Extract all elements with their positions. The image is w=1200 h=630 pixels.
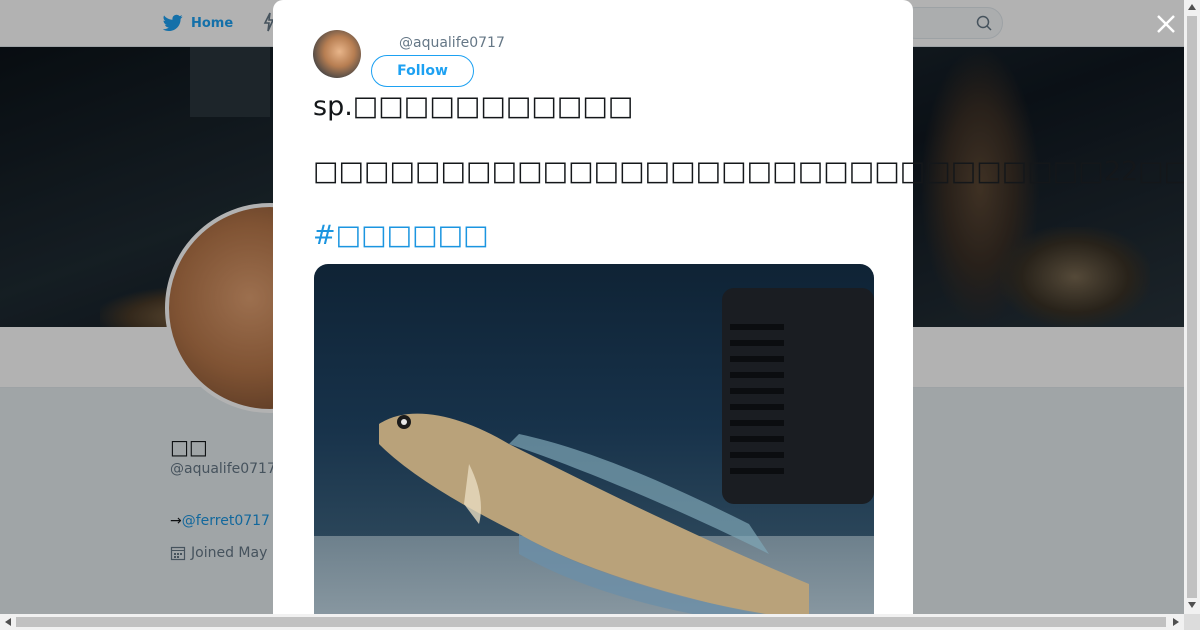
horizontal-scrollbar-thumb[interactable] <box>16 617 1166 627</box>
tweet-photo[interactable] <box>314 264 874 614</box>
snakehead-fish <box>379 413 809 614</box>
scroll-up-arrow-icon[interactable] <box>1188 4 1196 10</box>
horizontal-scrollbar[interactable] <box>0 614 1184 630</box>
scroll-down-arrow-icon[interactable] <box>1188 602 1196 608</box>
tweet-hashtag-link[interactable]: #□□□□□□ <box>313 220 489 252</box>
close-icon[interactable] <box>1154 12 1178 36</box>
tweet-text-line2: □□□□□□□□□□□□□□□□□□□□□□□□□□□□□□□22□□□□□□□… <box>313 156 1184 187</box>
scroll-right-arrow-icon[interactable] <box>1173 618 1179 626</box>
tweet-text-line1: sp.□□□□□□□□□□□ <box>313 91 634 122</box>
tweet-author-avatar[interactable] <box>313 30 361 78</box>
scrollbar-corner <box>1184 614 1200 630</box>
twitter-profile-page: Home □□ @aqualife0717 →@ferret0717 Joine… <box>0 0 1184 614</box>
tweet-modal: @aqualife0717 Follow sp.□□□□□□□□□□□ □□□□… <box>273 0 1184 614</box>
vertical-scrollbar-thumb[interactable] <box>1187 16 1197 598</box>
follow-button[interactable]: Follow <box>371 55 474 87</box>
tweet-author-handle[interactable]: @aqualife0717 <box>399 35 505 51</box>
scroll-left-arrow-icon[interactable] <box>5 618 11 626</box>
vertical-scrollbar[interactable] <box>1184 0 1200 614</box>
